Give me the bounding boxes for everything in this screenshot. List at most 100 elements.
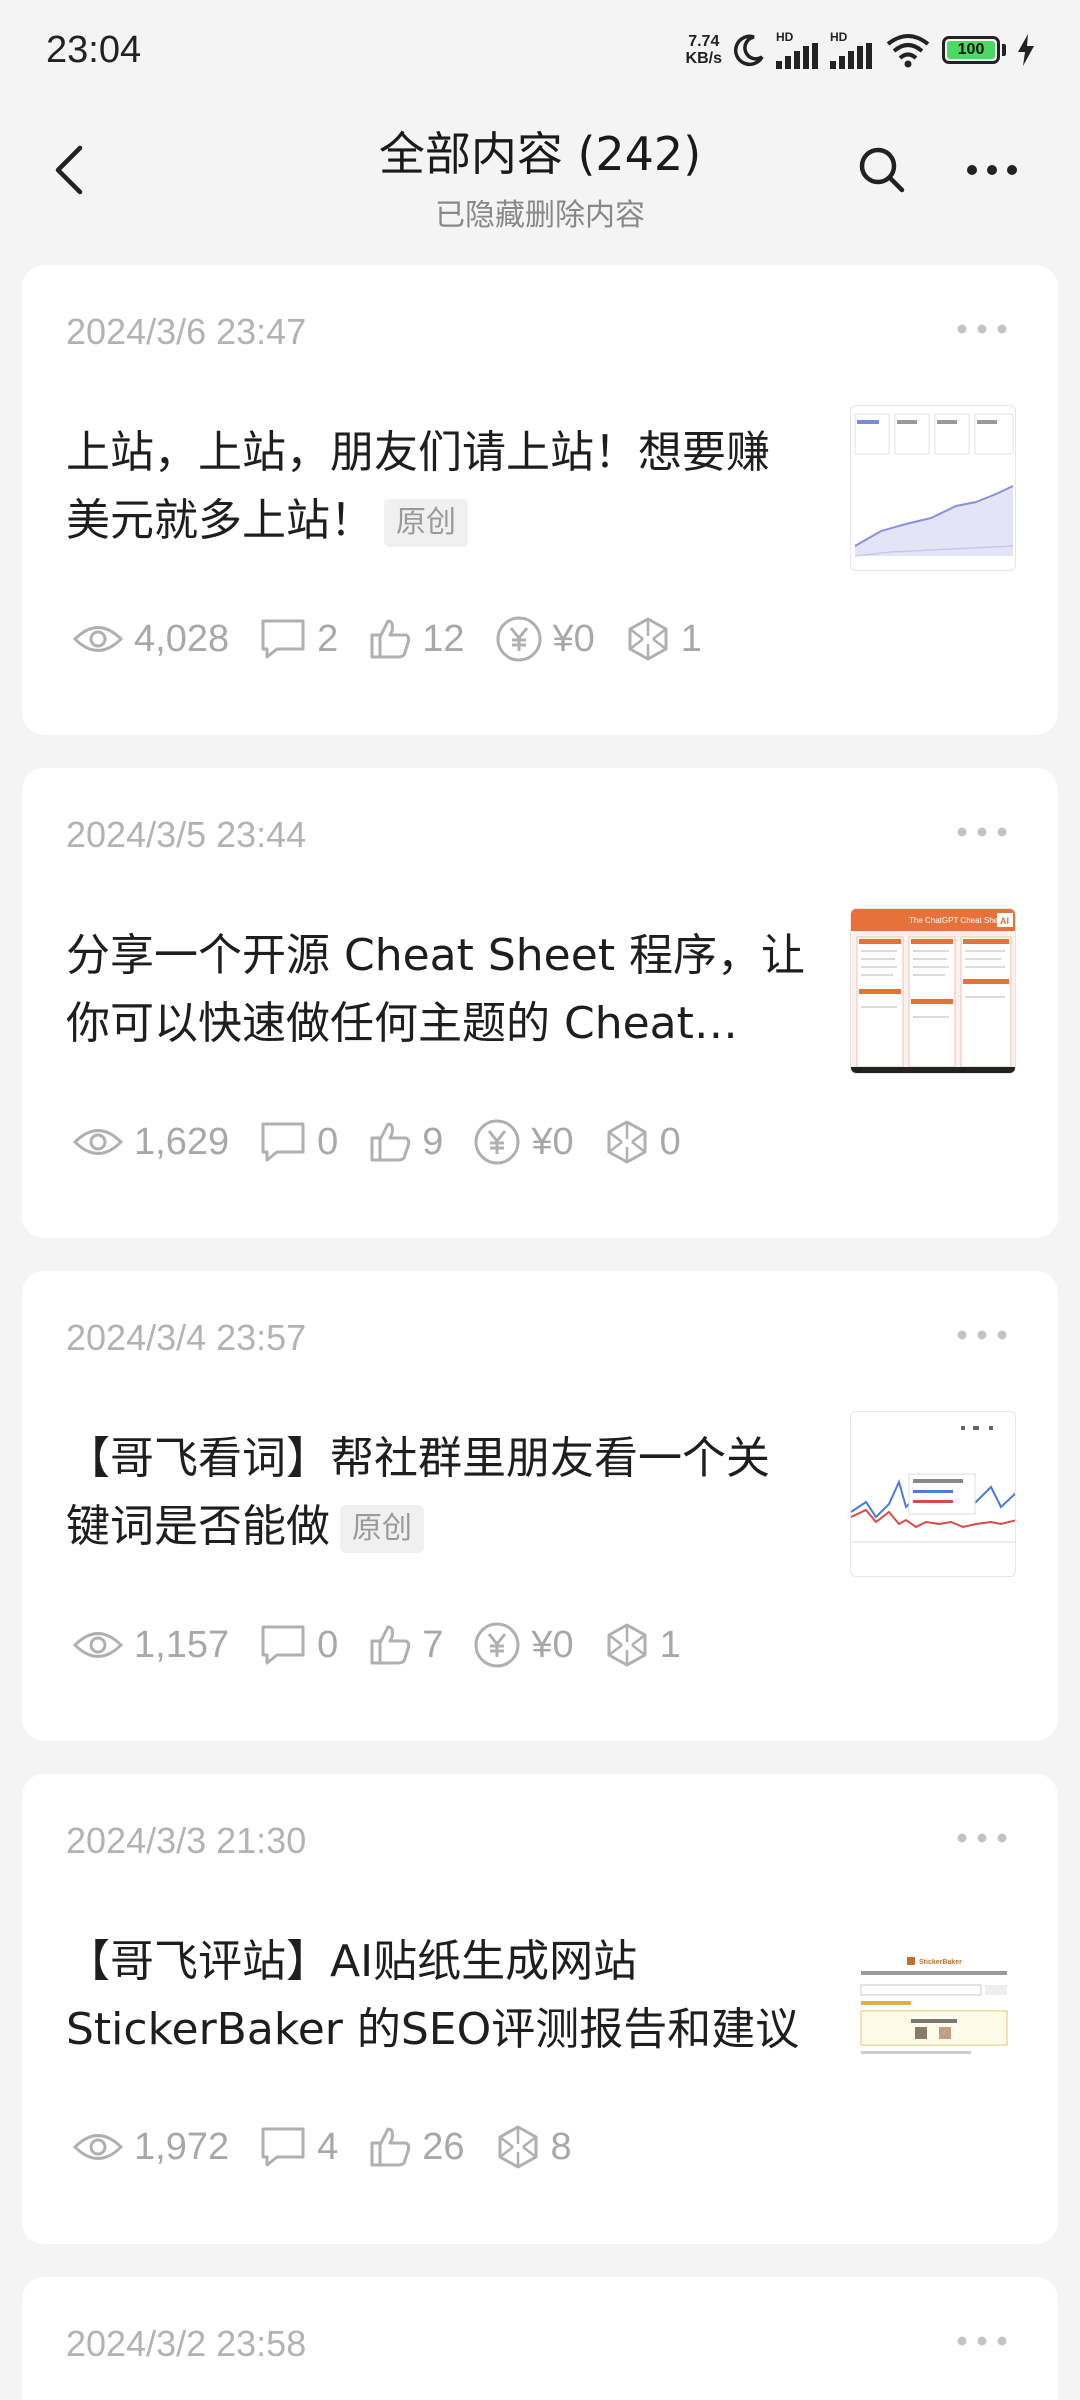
thumb-ai-badge: AI (1000, 916, 1009, 926)
more-dots-icon (957, 324, 1007, 334)
likes-stat: 7 (368, 1623, 443, 1667)
post-more-button[interactable] (952, 1321, 1012, 1349)
post-stats: 1,629 0 9 ¥0 0 (72, 1118, 711, 1166)
thumbs-up-icon (370, 1122, 411, 1162)
income-stat: ¥0 (473, 1118, 574, 1166)
share-hexagon-icon (498, 2125, 538, 2169)
cheat-sheet-thumbnail: The ChatGPT Cheat Sheet AI (851, 909, 1015, 1073)
post-card[interactable]: 2024/3/5 23:44 分享一个开源 Cheat Sheet 程序，让你可… (22, 768, 1058, 1238)
likes-stat: 9 (368, 1120, 443, 1164)
views-count: 4,028 (134, 617, 230, 660)
post-card[interactable]: 2024/3/6 23:47 上站，上站，朋友们请上站！想要赚美元就多上站！ 原创… (22, 265, 1058, 735)
charging-icon (1018, 34, 1034, 66)
shares-stat: 1 (604, 1622, 681, 1668)
views-count: 1,157 (134, 1623, 230, 1666)
post-card[interactable]: 2024/3/3 21:30 【哥飞评站】AI贴纸生成网站StickerBake… (22, 1774, 1058, 2244)
shares-stat: 8 (495, 2124, 572, 2170)
network-speed: 7.74 KB/s (686, 33, 722, 67)
post-date: 2024/3/3 21:30 (66, 1820, 307, 1861)
battery-level: 100 (947, 41, 995, 59)
post-more-button[interactable] (952, 2327, 1012, 2355)
income-stat: ¥0 (495, 615, 595, 663)
views-stat: 1,629 (72, 1121, 229, 1164)
share-hexagon-icon (607, 1623, 647, 1667)
wifi-icon (886, 34, 930, 68)
yen-coin-icon (474, 1119, 520, 1165)
page-title: 全部内容 (242) (378, 127, 702, 181)
post-title: 【哥飞看词】帮社群里朋友看一个关键词是否能做 原创 (66, 1425, 806, 1561)
post-title-text: 分享一个开源 Cheat Sheet 程序，让你可以快速做任何主题的 Cheat… (66, 930, 806, 1049)
signal-bars-icon (830, 43, 872, 69)
status-bar: 23:04 7.74 KB/s HD HD 100 (0, 0, 1080, 100)
likes-count: 12 (422, 617, 465, 660)
views-count: 1,972 (134, 2125, 230, 2168)
post-more-button[interactable] (952, 818, 1012, 846)
shares-count: 1 (680, 617, 702, 660)
post-date: 2024/3/6 23:47 (66, 311, 307, 352)
post-thumbnail (850, 405, 1016, 571)
status-icons: 7.74 KB/s HD HD 100 (686, 31, 1036, 69)
post-more-button[interactable] (952, 315, 1012, 343)
views-stat: 1,972 (72, 2126, 229, 2169)
signal-hd-label: HD (776, 30, 794, 44)
more-options-button[interactable] (962, 140, 1022, 200)
thumb-title: StickerBaker (919, 1959, 962, 1966)
views-stat: 1,157 (72, 1624, 229, 1667)
comment-icon (261, 2127, 305, 2167)
income-amount: ¥0 (531, 1623, 574, 1666)
original-badge: 原创 (340, 1505, 424, 1553)
eye-icon (72, 1632, 124, 1658)
post-stats: 1,972 4 26 8 (72, 2124, 602, 2170)
comments-count: 0 (317, 1120, 339, 1163)
thumbs-up-icon (370, 1625, 411, 1665)
shares-count: 8 (550, 2125, 572, 2168)
more-dots-icon (967, 165, 1017, 175)
shares-stat: 0 (604, 1119, 681, 1165)
comment-icon (261, 619, 305, 659)
trends-chart-thumbnail (851, 1426, 1015, 1543)
comments-count: 0 (317, 1623, 339, 1666)
thumb-title: The ChatGPT Cheat Sheet (909, 916, 1006, 925)
signal-bars-icon (776, 43, 818, 69)
post-stats: 4,028 2 12 ¥0 1 (72, 615, 732, 663)
status-time: 23:04 (46, 28, 142, 71)
income-amount: ¥0 (552, 617, 595, 660)
page-subtitle[interactable]: 已隐藏删除内容 (0, 190, 1080, 234)
post-card[interactable]: 2024/3/2 23:58 (22, 2277, 1058, 2400)
views-count: 1,629 (134, 1120, 230, 1163)
header-title-block: 全部内容 (242) 已隐藏删除内容 (0, 118, 1080, 234)
views-stat: 4,028 (72, 618, 229, 661)
more-dots-icon (957, 1330, 1007, 1340)
income-amount: ¥0 (531, 1120, 574, 1163)
analytics-chart-thumbnail (854, 413, 1014, 557)
signal-2: HD (830, 31, 874, 69)
post-more-button[interactable] (952, 1824, 1012, 1852)
post-card[interactable]: 2024/3/4 23:57 【哥飞看词】帮社群里朋友看一个关键词是否能做 原创 … (22, 1271, 1058, 1741)
yen-coin-icon (496, 616, 542, 662)
yen-coin-icon (474, 1622, 520, 1668)
comment-icon (261, 1625, 305, 1665)
thumbs-up-icon (370, 619, 411, 659)
more-dots-icon (957, 1833, 1007, 1843)
post-date: 2024/3/4 23:57 (66, 1317, 307, 1358)
signal-1: HD (776, 31, 820, 69)
shares-count: 0 (659, 1120, 681, 1163)
post-title-text: 【哥飞评站】AI贴纸生成网站StickerBaker 的SEO评测报告和建议 (66, 1936, 800, 2055)
post-thumbnail: The ChatGPT Cheat Sheet AI (850, 908, 1016, 1074)
comments-stat: 4 (259, 2125, 338, 2169)
comments-stat: 0 (259, 1120, 338, 1164)
thumbs-up-icon (370, 2127, 411, 2167)
search-icon (859, 147, 905, 193)
shares-count: 1 (659, 1623, 681, 1666)
likes-count: 26 (422, 2125, 465, 2168)
likes-count: 7 (422, 1623, 444, 1666)
income-stat: ¥0 (473, 1621, 574, 1669)
moon-icon (733, 34, 764, 67)
likes-count: 9 (422, 1120, 444, 1163)
post-title: 上站，上站，朋友们请上站！想要赚美元就多上站！ 原创 (66, 419, 806, 555)
top-bar: 全部内容 (242) 已隐藏删除内容 (0, 100, 1080, 265)
post-date: 2024/3/2 23:58 (66, 2323, 307, 2364)
search-button[interactable] (852, 140, 912, 200)
more-dots-icon (957, 2336, 1007, 2346)
network-speed-value: 7.74 (688, 33, 720, 50)
